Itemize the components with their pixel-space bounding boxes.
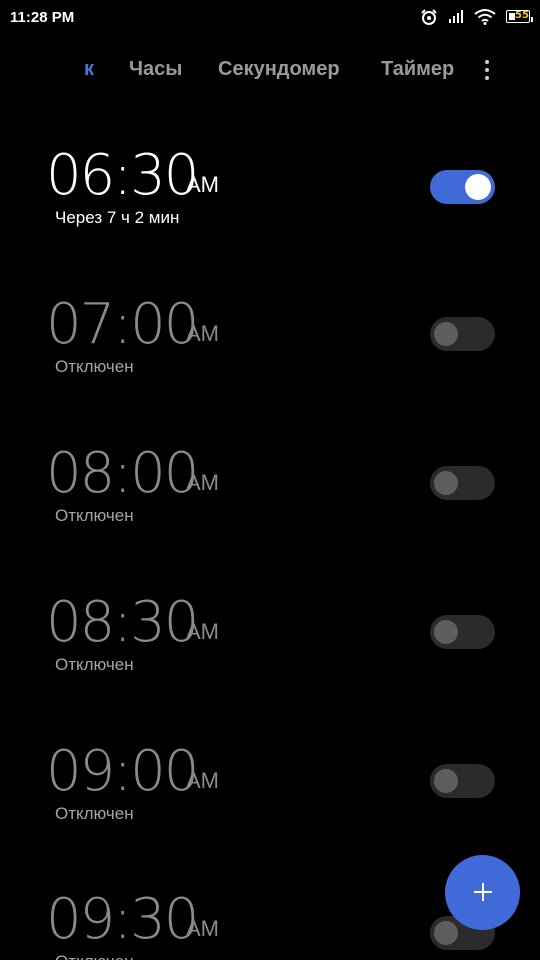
status-time: 11:28 PM (10, 9, 75, 26)
alarm-item[interactable]: 08:30 AM Отключен (0, 593, 540, 703)
alarm-status: Отключен (55, 952, 134, 960)
alarm-ampm: AM (186, 916, 219, 941)
alarm-status: Отключен (55, 357, 134, 376)
alarm-icon (421, 9, 437, 25)
alarm-time: 06:30 (46, 143, 199, 208)
alarm-ampm: AM (186, 172, 219, 197)
alarm-item[interactable]: 09:00 AM Отключен (0, 742, 540, 852)
battery-level: 55 (515, 10, 529, 21)
alarm-ampm: AM (186, 470, 219, 495)
tab-timer[interactable]: Таймер (381, 58, 454, 81)
alarm-toggle[interactable] (430, 764, 495, 798)
alarm-toggle[interactable] (430, 317, 495, 351)
alarm-time: 07:00 (46, 292, 199, 357)
alarm-item[interactable]: 06:30 AM Через 7 ч 2 мин (0, 146, 540, 256)
alarm-ampm: AM (186, 321, 219, 346)
status-bar: 11:28 PM 55 (0, 0, 540, 36)
tab-clock[interactable]: Часы (129, 58, 182, 81)
more-options-icon[interactable] (478, 56, 498, 86)
alarm-status: Отключен (55, 506, 134, 525)
alarm-time: 09:00 (46, 739, 199, 804)
alarm-item[interactable]: 07:00 AM Отключен (0, 295, 540, 405)
alarm-toggle[interactable] (430, 466, 495, 500)
add-alarm-button[interactable] (445, 855, 520, 930)
alarm-status: Отключен (55, 804, 134, 823)
alarm-ampm: AM (186, 768, 219, 793)
wifi-icon (474, 9, 496, 25)
battery-icon: 55 (506, 10, 533, 23)
alarm-item[interactable]: 08:00 AM Отключен (0, 444, 540, 554)
alarm-ampm: AM (186, 619, 219, 644)
alarm-time: 09:30 (46, 890, 199, 952)
status-icons: 55 (420, 8, 533, 28)
signal-icon (449, 10, 463, 23)
tab-alarm[interactable]: к (84, 58, 94, 81)
alarm-status: Через 7 ч 2 мин (55, 208, 180, 227)
tab-bar: к Часы Секундомер Таймер (0, 52, 540, 88)
alarm-toggle[interactable] (430, 615, 495, 649)
alarm-toggle[interactable] (430, 170, 495, 204)
alarm-time: 08:00 (46, 441, 199, 506)
alarm-time: 08:30 (46, 590, 199, 655)
tab-stopwatch[interactable]: Секундомер (218, 58, 340, 81)
alarm-status: Отключен (55, 655, 134, 674)
